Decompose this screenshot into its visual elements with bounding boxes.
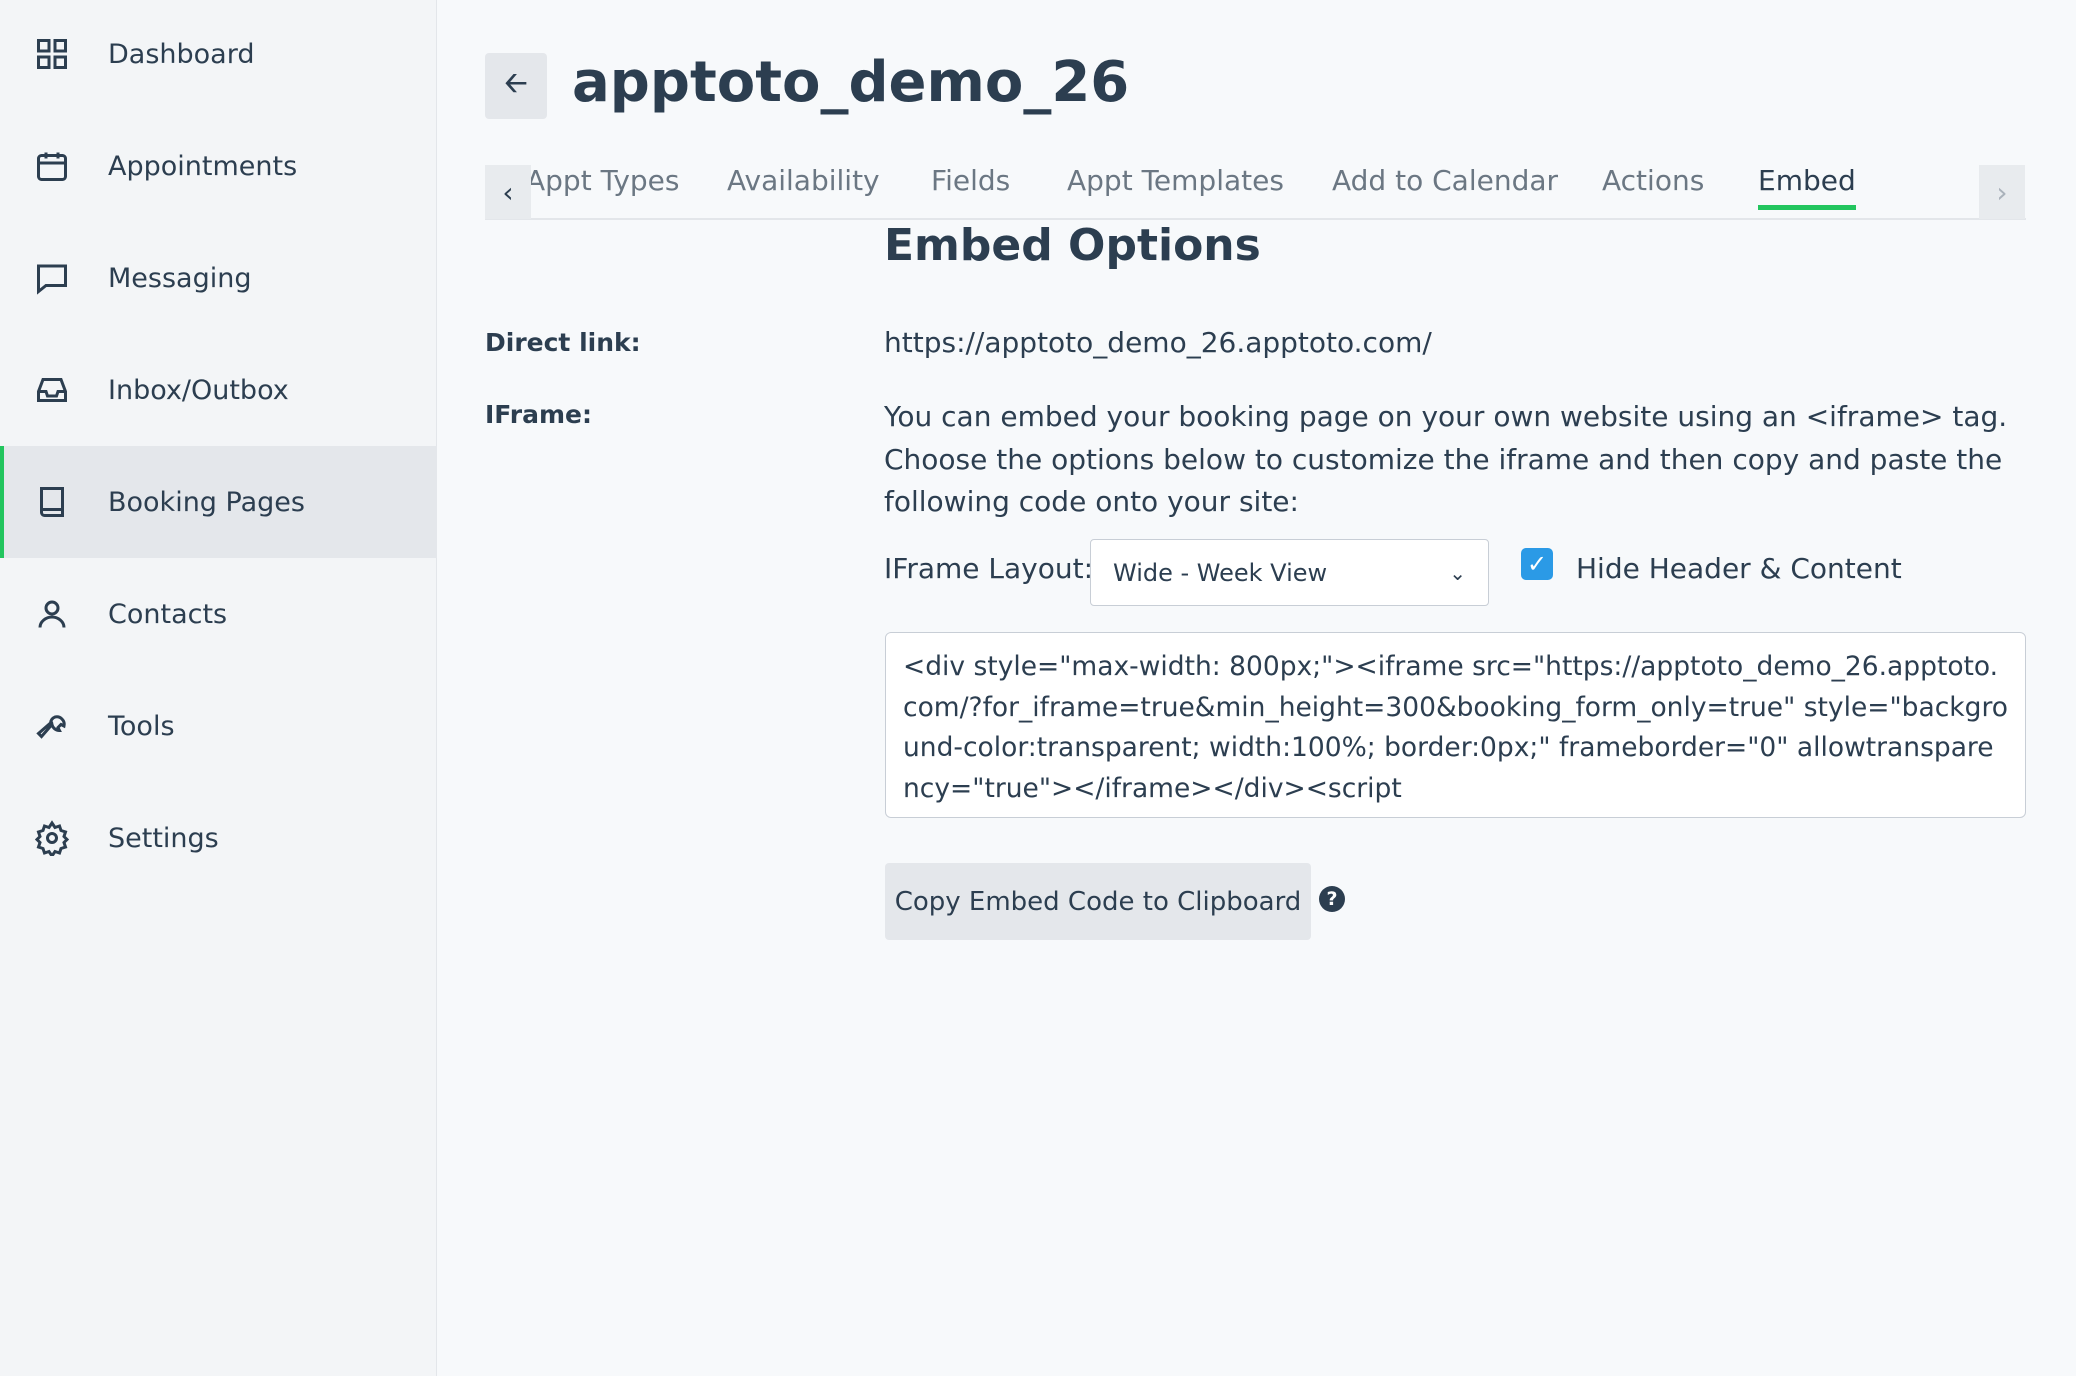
direct-link[interactable]: https://apptoto_demo_26.apptoto.com/: [884, 326, 1432, 359]
page-title: apptoto_demo_26: [572, 50, 1130, 115]
iframe-layout-label: IFrame Layout:: [884, 552, 1094, 585]
tab-appt-types[interactable]: Appt Types: [526, 164, 679, 197]
sidebar-item-dashboard[interactable]: Dashboard: [0, 0, 437, 110]
sidebar-item-label: Dashboard: [108, 38, 255, 70]
embed-options-heading: Embed Options: [884, 220, 1261, 271]
iframe-layout-value: Wide - Week View: [1113, 558, 1328, 587]
sidebar-item-label: Contacts: [108, 598, 228, 630]
calendar-icon: [37, 152, 67, 181]
tabs-scroll-left-button[interactable]: ‹: [485, 165, 531, 219]
gear-icon: [34, 820, 70, 856]
chevron-left-icon: ‹: [502, 175, 514, 209]
wrench-icon: [36, 715, 66, 739]
embed-code-textarea[interactable]: <div style="max-width: 800px;"><iframe s…: [885, 632, 2026, 818]
user-icon: [38, 600, 66, 628]
sidebar-item-messaging[interactable]: Messaging: [0, 222, 437, 334]
sidebar-item-booking-pages[interactable]: Booking Pages: [0, 446, 437, 558]
chevron-right-icon: ›: [1996, 175, 2008, 209]
sidebar: Dashboard Appointments Messaging Inbox/O…: [0, 0, 437, 1376]
tab-availability[interactable]: Availability: [727, 164, 880, 197]
tabs-scroll-right-button[interactable]: ›: [1979, 165, 2025, 219]
tab-fields[interactable]: Fields: [931, 164, 1010, 197]
grid-icon: [37, 39, 67, 69]
sidebar-item-label: Booking Pages: [108, 486, 305, 518]
tab-add-to-calendar[interactable]: Add to Calendar: [1332, 164, 1558, 197]
sidebar-item-label: Appointments: [108, 150, 298, 182]
sidebar-item-label: Tools: [108, 710, 175, 742]
check-icon: ✓: [1526, 550, 1548, 578]
tab-bar: Appt Types Availability Fields Appt Temp…: [485, 160, 2026, 220]
help-icon[interactable]: ?: [1319, 886, 1345, 912]
hide-header-checkbox[interactable]: ✓: [1521, 548, 1553, 580]
iframe-description: You can embed your booking page on your …: [884, 400, 2008, 518]
sidebar-item-label: Messaging: [108, 262, 252, 294]
copy-embed-code-button[interactable]: Copy Embed Code to Clipboard: [885, 863, 1311, 940]
arrow-left-icon: 🡠: [504, 66, 528, 99]
sidebar-item-label: Settings: [108, 822, 219, 854]
sidebar-item-label: Inbox/Outbox: [108, 374, 289, 406]
chevron-down-icon: ⌄: [1449, 560, 1466, 585]
book-icon: [40, 487, 64, 517]
chat-icon: [37, 264, 67, 295]
sidebar-item-tools[interactable]: Tools: [0, 670, 437, 782]
tab-embed[interactable]: Embed: [1758, 164, 1856, 210]
sidebar-item-settings[interactable]: Settings: [0, 782, 437, 894]
sidebar-item-contacts[interactable]: Contacts: [0, 558, 437, 670]
inbox-icon: [37, 378, 67, 402]
sidebar-item-inbox-outbox[interactable]: Inbox/Outbox: [0, 334, 437, 446]
iframe-label: IFrame:: [485, 400, 592, 429]
tab-appt-templates[interactable]: Appt Templates: [1067, 164, 1284, 197]
hide-header-label: Hide Header & Content: [1576, 552, 1902, 585]
direct-link-label: Direct link:: [485, 328, 641, 357]
back-button[interactable]: 🡠: [485, 53, 547, 119]
tab-actions[interactable]: Actions: [1602, 164, 1704, 197]
iframe-layout-select[interactable]: Wide - Week View ⌄: [1090, 539, 1489, 606]
sidebar-item-appointments[interactable]: Appointments: [0, 110, 437, 222]
